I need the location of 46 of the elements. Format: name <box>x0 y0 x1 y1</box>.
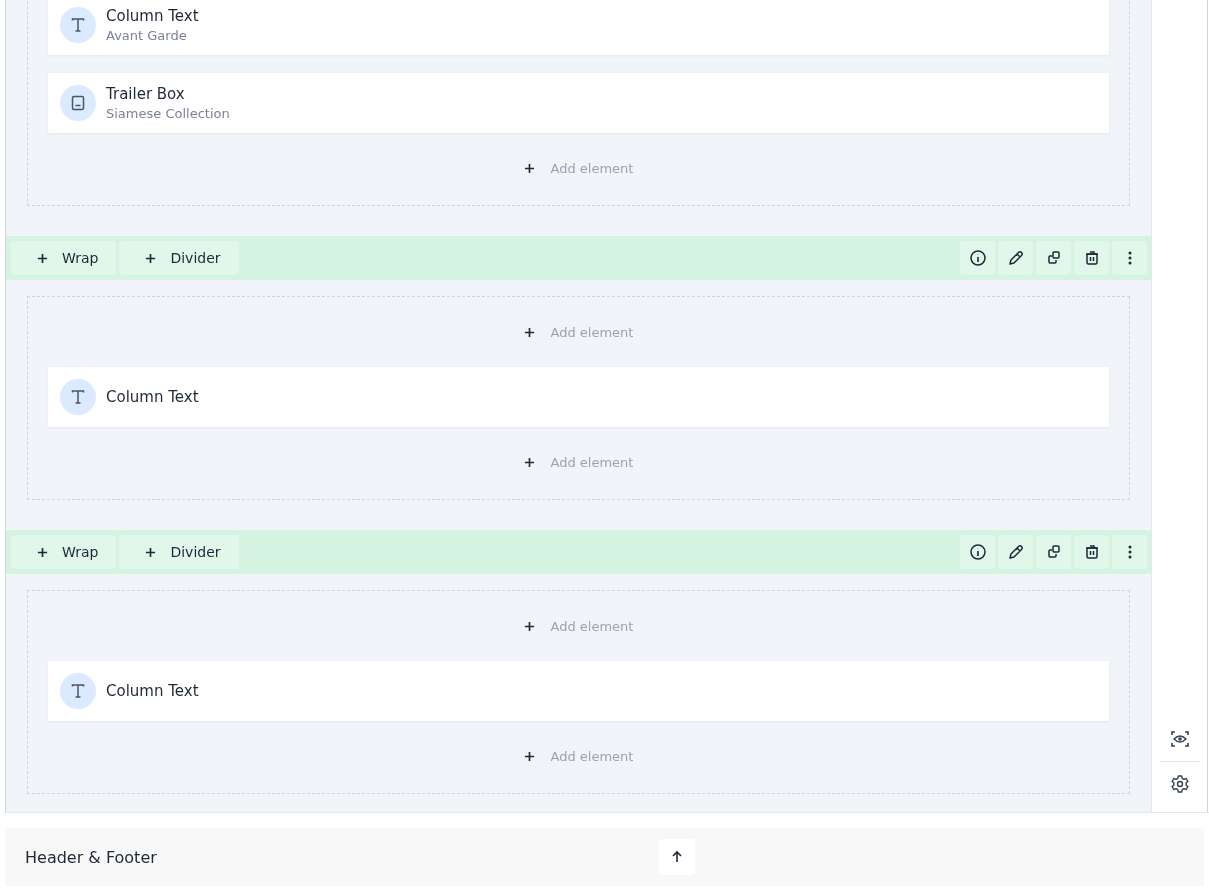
plus-icon <box>145 252 157 264</box>
duplicate-button[interactable] <box>1036 241 1071 275</box>
more-icon <box>1127 251 1132 265</box>
info-icon <box>968 543 987 561</box>
element-title: Column Text <box>106 7 199 25</box>
edit-button[interactable] <box>998 241 1033 275</box>
footer-title: Header & Footer <box>25 847 158 867</box>
settings-icon <box>1169 774 1190 794</box>
plus-icon <box>523 162 535 174</box>
element-subtitle: Avant Garde <box>106 28 188 43</box>
pencil-icon <box>1006 249 1025 267</box>
add-button[interactable]: Wrap <box>11 535 117 569</box>
text-icon <box>70 17 86 33</box>
element-card[interactable]: Column Text Avant Garde <box>48 0 1109 55</box>
element-card[interactable]: Trailer Box Siamese Collection <box>48 73 1109 133</box>
element-title: Trailer Box <box>106 85 186 103</box>
info-button[interactable] <box>960 241 995 275</box>
element-card[interactable]: Column Text <box>48 367 1109 427</box>
element-title: Column Text <box>106 682 199 700</box>
add-button[interactable]: Wrap <box>11 241 117 275</box>
info-icon <box>968 249 987 267</box>
plus-icon <box>523 326 535 338</box>
plus-icon <box>523 750 535 762</box>
plus-icon <box>37 252 48 264</box>
text-icon <box>70 389 86 405</box>
arrow-up-icon <box>670 850 684 864</box>
delete-button[interactable] <box>1074 535 1109 569</box>
info-button[interactable] <box>960 535 995 569</box>
plus-icon <box>37 546 48 558</box>
add-button[interactable]: Divider <box>119 535 239 569</box>
pencil-icon <box>1006 543 1025 561</box>
box-icon <box>70 95 86 111</box>
more-icon <box>1127 545 1132 559</box>
element-subtitle: Siamese Collection <box>106 106 230 121</box>
scroll-up-button[interactable] <box>659 839 695 875</box>
add-button[interactable]: Divider <box>119 241 239 275</box>
delete-button[interactable] <box>1074 241 1109 275</box>
element-title: Column Text <box>106 388 199 406</box>
element-card[interactable]: Column Text <box>48 661 1109 721</box>
eye-icon <box>1169 729 1190 749</box>
plus-icon <box>145 546 157 558</box>
edit-button[interactable] <box>998 535 1033 569</box>
text-icon <box>70 683 86 699</box>
duplicate-button[interactable] <box>1036 535 1071 569</box>
plus-icon <box>523 456 535 468</box>
plus-icon <box>523 620 535 632</box>
